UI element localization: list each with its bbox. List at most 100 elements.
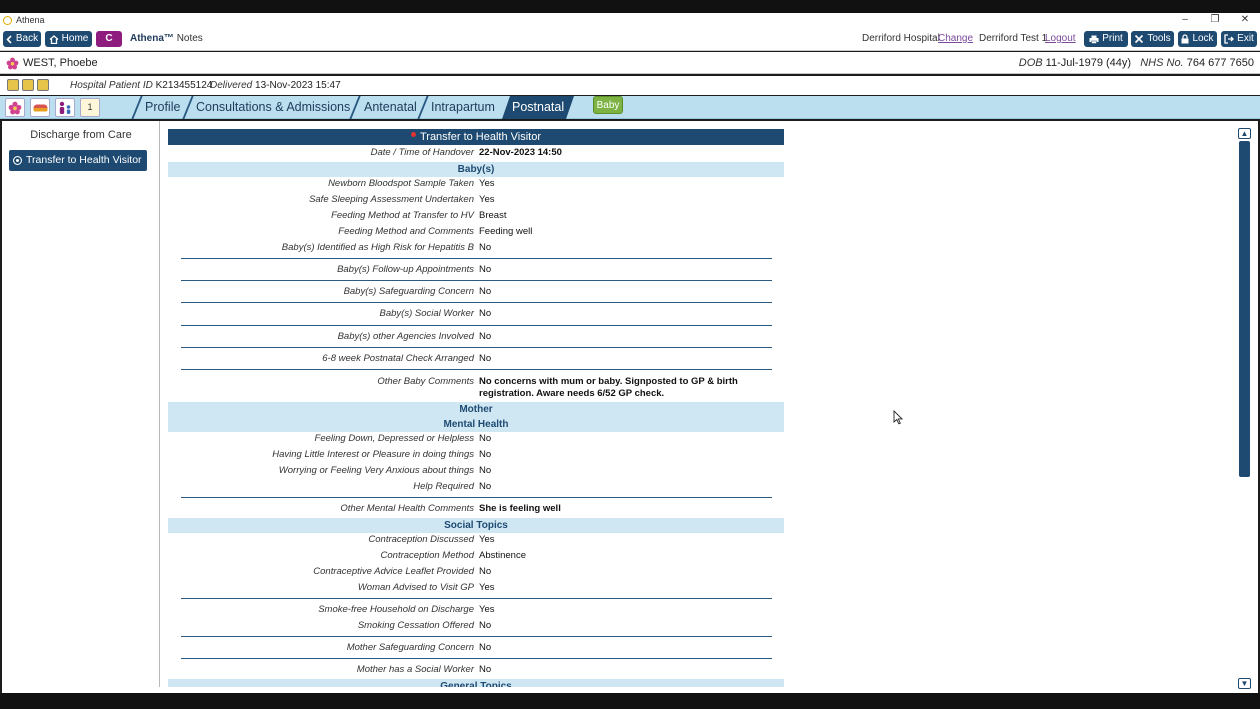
row-divider: [181, 302, 772, 303]
tab-consultations-admissions[interactable]: Consultations & Admissions: [196, 96, 350, 119]
vertical-scrollbar[interactable]: ▲ ▼: [1238, 128, 1251, 689]
field-value: No: [479, 308, 492, 319]
field-value: No: [479, 433, 492, 444]
field-value: She is feeling well: [479, 503, 561, 514]
medication-icon-button[interactable]: [30, 98, 50, 117]
tools-label: Tools: [1147, 33, 1171, 44]
form-row: Contraception Method Abstinence: [168, 548, 784, 564]
field-value: Yes: [479, 604, 495, 615]
lock-icon: [1181, 34, 1189, 44]
main-toolbar: Back Home C Athena™ Notes Derriford Hosp…: [0, 27, 1260, 51]
hospital-id: Hospital Patient ID K213455124: [70, 80, 212, 91]
field-value: Breast: [479, 210, 507, 221]
content-area: Discharge from Care Transfer to Health V…: [2, 121, 1258, 693]
form-row: Other Mental Health Comments She is feeli…: [168, 501, 784, 517]
screen-top-border: [0, 0, 1260, 13]
tab-separator: [131, 96, 143, 119]
form-row: Smoking Cessation Offered No: [168, 618, 784, 634]
form-row: Worrying or Feeling Very Anxious about t…: [168, 463, 784, 479]
baby-badge[interactable]: Baby: [593, 96, 623, 114]
scroll-down-icon[interactable]: ▼: [1238, 678, 1251, 689]
field-value: No: [479, 242, 492, 253]
screen-bottom-border: [0, 693, 1260, 709]
tab-antenatal[interactable]: Antenatal: [364, 96, 417, 119]
print-label: Print: [1102, 33, 1123, 44]
field-label: 6-8 week Postnatal Check Arranged: [322, 353, 474, 364]
tab-profile[interactable]: Profile: [145, 96, 180, 119]
delivered-label: Delivered: [210, 80, 253, 91]
close-button[interactable]: ✕: [1230, 13, 1260, 27]
field-label: Mother has a Social Worker: [356, 664, 474, 675]
form-row: Newborn Bloodspot Sample Taken Yes: [168, 176, 784, 192]
section-general-topics: General Topics: [168, 679, 784, 687]
field-label: Other Baby Comments: [377, 376, 474, 387]
exit-label: Exit: [1237, 33, 1254, 44]
field-value: Yes: [479, 534, 495, 545]
field-value: No: [479, 353, 492, 364]
patient-info-bar: Hospital Patient ID K213455124 Delivered…: [0, 76, 1260, 95]
info-icon[interactable]: [37, 79, 49, 91]
family-icon-button[interactable]: [55, 98, 75, 117]
field-value: Yes: [479, 178, 495, 189]
tab-postnatal[interactable]: Postnatal: [502, 96, 574, 119]
exit-button[interactable]: Exit: [1221, 31, 1257, 47]
section-social-topics: Social Topics: [168, 518, 784, 533]
home-button[interactable]: Home: [45, 31, 92, 47]
scroll-up-icon[interactable]: ▲: [1238, 128, 1251, 139]
window-title: Athena: [16, 15, 45, 25]
field-label: Other Mental Health Comments: [340, 503, 474, 514]
form-row: Baby(s) Safeguarding Concern No: [168, 284, 784, 300]
field-value: Abstinence: [479, 550, 527, 561]
calendar-badge: 1: [87, 102, 93, 112]
logout-link[interactable]: Logout: [1045, 33, 1076, 44]
navigation-bar: 1 Profile Consultations & Admissions Ant…: [0, 96, 1260, 119]
restore-button[interactable]: ❐: [1200, 13, 1230, 27]
form-row: Help Required No: [168, 479, 784, 495]
patient-banner: WEST, Phoebe DOB 11-Jul-1979 (44y) NHS N…: [0, 52, 1260, 74]
row-divider: [181, 325, 772, 326]
field-value: No: [479, 642, 492, 653]
field-value: No: [479, 566, 492, 577]
dob-value: 11-Jul-1979 (44y): [1045, 57, 1132, 69]
row-divider: [181, 636, 772, 637]
field-label: Baby(s) other Agencies Involved: [337, 331, 474, 342]
field-label: Safe Sleeping Assessment Undertaken: [309, 194, 474, 205]
app-icon: [3, 15, 12, 25]
sidebar-title: Discharge from Care: [30, 129, 132, 141]
app-brand: Athena™ Notes: [130, 33, 203, 44]
tools-button[interactable]: Tools: [1131, 31, 1174, 47]
field-label: Smoke-free Household on Discharge: [318, 604, 474, 615]
scrollbar-thumb[interactable]: [1239, 141, 1250, 477]
alert-icon[interactable]: [7, 79, 19, 91]
chevron-left-icon: [6, 34, 12, 44]
field-label: Worrying or Feeling Very Anxious about t…: [278, 465, 474, 476]
change-hospital-link[interactable]: Change: [938, 33, 973, 44]
back-button[interactable]: Back: [3, 31, 41, 47]
minimize-button[interactable]: –: [1170, 13, 1200, 27]
field-label: Smoking Cessation Offered: [357, 620, 474, 631]
tools-icon: [1135, 34, 1144, 44]
lock-button[interactable]: Lock: [1178, 31, 1217, 47]
field-label: Woman Advised to Visit GP: [357, 582, 474, 593]
field-label: Having Little Interest or Pleasure in do…: [272, 449, 474, 460]
field-value: No: [479, 481, 492, 492]
pregnancy-icon-button[interactable]: [5, 98, 25, 117]
print-button[interactable]: Print: [1084, 31, 1128, 47]
calendar-icon-button[interactable]: 1: [80, 98, 100, 117]
tab-intrapartum[interactable]: Intrapartum: [431, 96, 495, 119]
patient-identifiers: DOB 11-Jul-1979 (44y) NHS No. 764 677 76…: [1019, 57, 1254, 69]
hospital-name: Derriford Hospital: [862, 33, 940, 44]
form-row: 6-8 week Postnatal Check Arranged No: [168, 351, 784, 367]
tab-separator: [417, 96, 429, 119]
field-label: Contraceptive Advice Leaflet Provided: [313, 566, 474, 577]
c-button[interactable]: C: [96, 31, 122, 47]
warning-icon[interactable]: [22, 79, 34, 91]
field-label: Mother Safeguarding Concern: [346, 642, 474, 653]
sidebar-item-transfer-to-health-visitor[interactable]: Transfer to Health Visitor: [9, 150, 147, 171]
field-value: 22-Nov-2023 14:50: [479, 147, 562, 158]
radio-selected-icon: [13, 156, 22, 165]
row-divider: [181, 598, 772, 599]
row-divider: [181, 347, 772, 348]
field-value: Feeding well: [479, 226, 533, 237]
form-row: Having Little Interest or Pleasure in do…: [168, 447, 784, 463]
